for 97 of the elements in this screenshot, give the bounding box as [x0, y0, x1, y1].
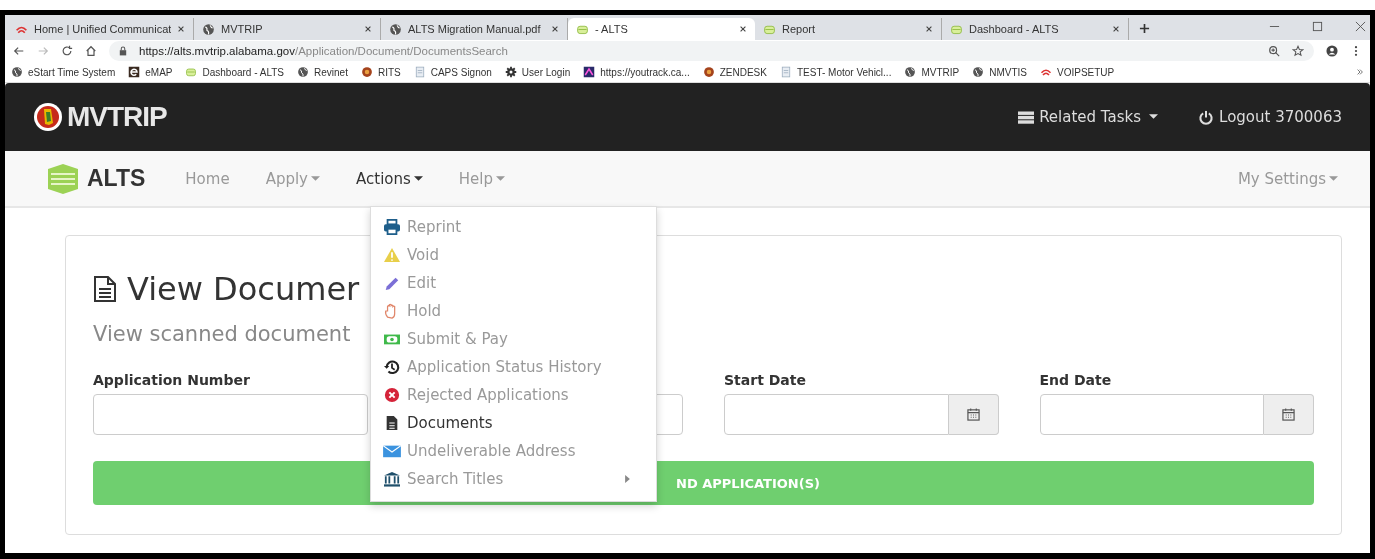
close-icon[interactable]	[739, 25, 747, 33]
bookmark[interactable]: MVTRIP	[904, 66, 960, 78]
bookmark[interactable]: TEST- Motor Vehicl...	[779, 66, 892, 78]
tab-title: Home | Unified Communicat	[34, 23, 171, 35]
bookmark-label: Revinet	[314, 66, 348, 78]
close-icon[interactable]	[925, 25, 933, 33]
bookmark-label: https://youtrack.ca...	[600, 66, 690, 78]
bookmark[interactable]: VOIPSETUP	[1040, 66, 1115, 78]
server-icon	[1018, 109, 1035, 125]
close-icon[interactable]	[1355, 21, 1366, 32]
field-label: Start Date	[724, 372, 807, 390]
error-icon	[383, 387, 401, 403]
history-icon	[383, 359, 401, 375]
field-label: End Date	[1039, 372, 1113, 390]
bookmark-label: eStart Time System	[28, 66, 116, 78]
bookmark[interactable]: eMAP	[128, 66, 173, 78]
ball-icon	[702, 66, 715, 78]
document-icon	[779, 66, 792, 78]
menu-item[interactable]: Documents	[371, 409, 656, 437]
calendar-button[interactable]	[1264, 394, 1314, 435]
bookmark-label: eMAP	[145, 66, 173, 78]
caret-icon	[1149, 114, 1159, 120]
letter-e-icon	[128, 66, 141, 78]
profile-icon[interactable]	[1326, 45, 1338, 57]
page-title: View Documer	[127, 270, 360, 308]
date-field[interactable]	[1039, 394, 1264, 435]
close-icon[interactable]	[1112, 25, 1120, 33]
bookmark[interactable]: CAPS Signon	[413, 66, 492, 78]
bookmark[interactable]: Dashboard - ALTS	[185, 66, 284, 78]
tab-title: MVTRIP	[221, 23, 264, 35]
envelope-icon	[383, 443, 401, 459]
bookmark[interactable]: eStart Time System	[11, 66, 116, 78]
pencil-icon	[383, 275, 401, 291]
maximize-icon[interactable]	[1312, 21, 1323, 32]
globe-icon	[11, 66, 23, 78]
mvtrip-logo[interactable]: MVTRIP	[33, 101, 167, 133]
reload-icon[interactable]	[61, 45, 73, 57]
alts-logo[interactable]: ALTS	[43, 163, 146, 194]
globe-icon	[389, 22, 402, 36]
square-logo-icon	[583, 66, 596, 78]
close-icon[interactable]	[364, 25, 372, 33]
back-icon[interactable]	[13, 45, 25, 57]
close-icon[interactable]	[551, 25, 559, 33]
bookmark[interactable]: User Login	[504, 66, 571, 78]
bookmark-label: NMVTIS	[989, 66, 1027, 78]
globe-icon	[297, 66, 309, 78]
input-field[interactable]	[93, 394, 368, 435]
home-icon[interactable]	[85, 45, 97, 57]
document-icon	[413, 66, 426, 78]
calendar-button[interactable]	[948, 394, 999, 435]
field-label: Application Number	[93, 372, 251, 390]
browser-tab[interactable]: - ALTS	[568, 18, 755, 40]
bookmark-label: ZENDESK	[719, 66, 767, 78]
bank-icon	[383, 471, 401, 487]
lock-icon	[119, 46, 127, 56]
address-bar[interactable]: https://alts.mvtrip.alabama.gov/Application/Document/DocumentsSearch	[109, 41, 1314, 61]
tab-title: ALTS Migration Manual.pdf	[408, 23, 542, 35]
close-icon[interactable]	[177, 25, 185, 33]
tab-title: - ALTS	[595, 23, 629, 35]
bookmark-label: TEST- Motor Vehicl...	[796, 66, 892, 78]
printer-icon	[383, 219, 401, 235]
globe-icon	[972, 66, 985, 78]
bookmark[interactable]: https://youtrack.ca...	[583, 66, 690, 78]
nav-link[interactable]: Actions	[356, 169, 423, 188]
bookmark[interactable]: ZENDESK	[702, 66, 767, 78]
warning-icon	[383, 247, 401, 263]
date-field[interactable]	[724, 394, 949, 435]
star-icon[interactable]	[1292, 45, 1304, 57]
globe-icon	[202, 22, 215, 36]
bookmark-label: VOIPSETUP	[1057, 66, 1115, 78]
logout-link[interactable]: Logout 3700063	[1198, 108, 1342, 126]
new-tab-icon[interactable]	[1139, 23, 1150, 34]
tab-title: Dashboard - ALTS	[969, 23, 1060, 35]
calendar-icon	[1282, 408, 1295, 421]
related-tasks-menu[interactable]: Related Tasks	[1018, 108, 1159, 126]
tab-title: Report	[782, 23, 817, 35]
ball-icon	[360, 66, 373, 78]
bookmark-label: User Login	[521, 66, 571, 78]
bookmark-label: MVTRIP	[921, 66, 960, 78]
bookmark[interactable]: RITS	[360, 66, 401, 78]
bookmark-label: Dashboard - ALTS	[202, 66, 284, 78]
bookmark-label: RITS	[377, 66, 401, 78]
bookmark[interactable]: NMVTIS	[972, 66, 1027, 78]
caret-icon	[1329, 175, 1338, 182]
globe-icon	[904, 66, 917, 78]
power-icon	[1198, 109, 1215, 125]
bookmark-label: CAPS Signon	[430, 66, 492, 78]
calendar-icon	[966, 408, 980, 421]
zoom-icon[interactable]	[1268, 45, 1280, 57]
seal-icon	[33, 102, 63, 132]
page-subtitle: View scanned document	[93, 322, 351, 346]
bookmark[interactable]: Revinet	[297, 66, 348, 78]
gear-icon	[504, 66, 517, 78]
document-icon	[93, 275, 117, 303]
database-icon	[185, 66, 198, 78]
chevron-icon[interactable]	[1356, 68, 1364, 76]
url-text: https://alts.mvtrip.alabama.gov/Application/Document/DocumentsSearch	[139, 45, 508, 57]
